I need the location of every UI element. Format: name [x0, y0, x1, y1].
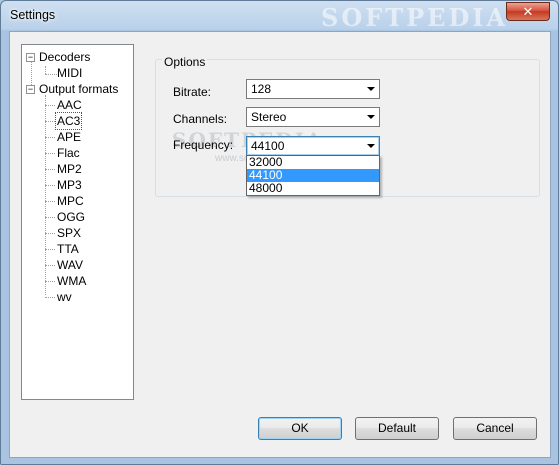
tree-node-label: APE — [57, 130, 82, 144]
tree-connector — [45, 201, 55, 202]
settings-window: Settings SOFTPEDIA ✕ − Decoders MIDI − O… — [0, 0, 559, 465]
channels-value: Stereo — [251, 110, 287, 124]
tree-node-spx[interactable]: SPX — [57, 225, 81, 241]
tree-node-label: Decoders — [39, 50, 91, 64]
close-icon: ✕ — [522, 4, 534, 19]
tree-node-label: MP3 — [57, 178, 82, 192]
tree-node-label: MP2 — [57, 162, 82, 176]
tree-node-label: OGG — [57, 210, 86, 224]
tree-node-label: MPC — [57, 194, 84, 208]
tree-node-ac3[interactable]: AC3 — [54, 112, 83, 130]
tree-connector — [45, 137, 55, 138]
tree-node-label: AAC — [57, 98, 82, 112]
tree-connector — [45, 121, 55, 122]
bitrate-select[interactable]: 128 — [246, 79, 380, 99]
window-title: Settings — [10, 8, 56, 22]
format-tree[interactable]: − Decoders MIDI − Output formats AAC AC3… — [21, 44, 134, 400]
tree-node-label: TTA — [57, 242, 79, 256]
channels-select[interactable]: Stereo — [246, 107, 380, 127]
tree-connector — [45, 153, 55, 154]
tree-node-mp2[interactable]: MP2 — [57, 161, 82, 177]
tree-node-tta[interactable]: TTA — [57, 241, 79, 257]
tree-node-label: SPX — [57, 226, 82, 240]
tree-node-label: Flac — [57, 146, 80, 160]
tree-connector — [45, 185, 55, 186]
tree-connector — [45, 217, 55, 218]
tree-connector — [45, 233, 55, 234]
tree-connector — [45, 66, 46, 74]
bitrate-value: 128 — [251, 82, 272, 96]
tree-node-label: Output formats — [39, 82, 119, 96]
watermark-logo: SOFTPEDIA — [321, 3, 509, 32]
tree-node-label: AC3 — [57, 114, 81, 128]
close-button[interactable]: ✕ — [506, 2, 550, 21]
tree-node-aac[interactable]: AAC — [57, 97, 82, 113]
collapse-icon[interactable]: − — [26, 85, 35, 94]
tree-connector — [45, 265, 55, 266]
cancel-button[interactable]: Cancel — [453, 417, 537, 440]
tree-connector — [45, 281, 55, 282]
tree-node-label: wv — [57, 290, 72, 304]
chevron-down-icon — [367, 144, 375, 148]
frequency-value: 44100 — [251, 139, 285, 153]
frequency-select[interactable]: 44100 — [246, 136, 380, 156]
tree-node-midi[interactable]: MIDI — [57, 65, 82, 81]
tree-node-wma[interactable]: WMA — [57, 273, 86, 289]
tree-node-label: MIDI — [57, 66, 83, 80]
tree-node-mp3[interactable]: MP3 — [57, 177, 82, 193]
channels-label: Channels: — [173, 112, 228, 126]
frequency-dropdown-list[interactable]: 32000 44100 48000 — [246, 155, 380, 196]
default-button[interactable]: Default — [355, 417, 439, 440]
chevron-down-icon — [367, 87, 375, 91]
tree-connector — [45, 74, 57, 75]
tree-connector — [45, 249, 55, 250]
collapse-icon[interactable]: − — [26, 53, 35, 62]
dialog-body: − Decoders MIDI − Output formats AAC AC3… — [9, 31, 551, 458]
tree-node-ogg[interactable]: OGG — [57, 209, 85, 225]
frequency-label: Frequency: — [173, 138, 234, 152]
tree-node-label: WAV — [57, 258, 83, 272]
ok-button[interactable]: OK — [258, 417, 342, 440]
tree-connector — [31, 61, 32, 85]
bitrate-label: Bitrate: — [173, 85, 212, 99]
frequency-option[interactable]: 48000 — [247, 182, 379, 195]
tree-connector — [45, 169, 55, 170]
options-group-title: Options — [162, 55, 208, 69]
chevron-down-icon — [367, 115, 375, 119]
tree-node-ape[interactable]: APE — [57, 129, 81, 145]
tree-node-wv[interactable]: wv — [57, 289, 72, 305]
tree-node-mpc[interactable]: MPC — [57, 193, 84, 209]
tree-connector — [45, 105, 55, 106]
tree-node-wav[interactable]: WAV — [57, 257, 83, 273]
title-bar[interactable]: Settings SOFTPEDIA ✕ — [1, 1, 558, 32]
tree-node-flac[interactable]: Flac — [57, 145, 80, 161]
tree-node-label: WMA — [57, 274, 87, 288]
tree-connector — [45, 297, 55, 298]
